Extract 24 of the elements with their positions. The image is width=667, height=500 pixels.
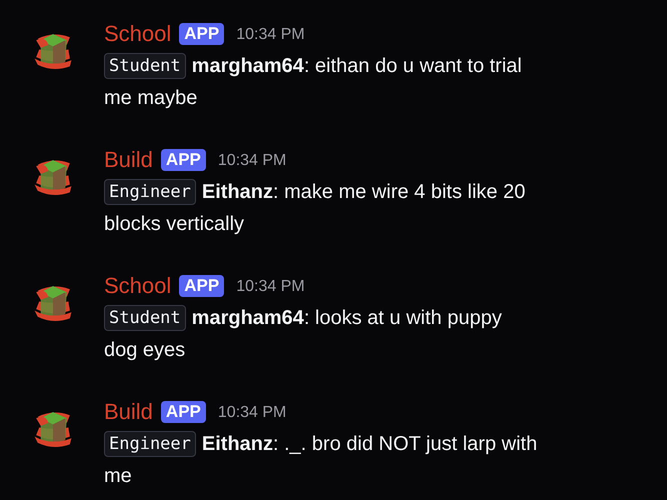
message-text: margham64: looks at u with puppy [192, 306, 502, 331]
bot-name[interactable]: School [104, 21, 172, 47]
message-text: Eithanz: ._. bro did NOT just larp with [202, 432, 538, 457]
role-tag: Student [104, 305, 186, 331]
message-text: me maybe [104, 86, 198, 111]
app-badge: APP [160, 401, 206, 423]
message-text: margham64: eithan do u want to trial [192, 54, 522, 79]
bot-name[interactable]: School [104, 273, 172, 299]
role-tag: Engineer [104, 431, 196, 457]
timestamp: 10:34 PM [236, 26, 305, 44]
app-badge: APP [179, 23, 224, 45]
role-tag: Student [104, 53, 186, 79]
bot-name[interactable]: Build [104, 147, 153, 173]
message-text: blocks vertically [104, 212, 246, 237]
message-text: Eithanz: make me wire 4 bits like 20 [202, 180, 526, 205]
timestamp: 10:34 PM [218, 152, 286, 170]
app-badge: APP [179, 275, 224, 297]
bot-name[interactable]: Build [104, 399, 153, 425]
timestamp: 10:34 PM [236, 278, 305, 296]
app-badge: APP [160, 149, 206, 171]
message-text: dog eyes [104, 338, 186, 363]
role-tag: Engineer [104, 179, 196, 205]
timestamp: 10:34 PM [218, 404, 286, 422]
message-text: me [104, 464, 133, 489]
